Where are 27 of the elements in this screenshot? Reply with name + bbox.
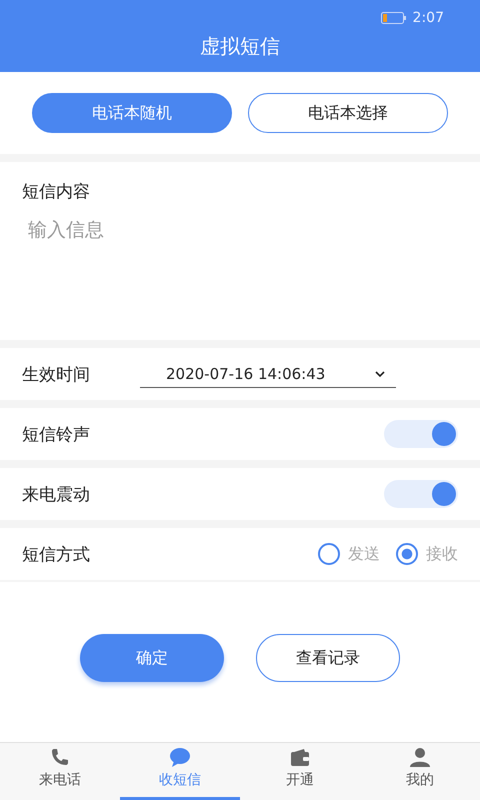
message-field[interactable]: 输入信息 bbox=[28, 217, 458, 257]
history-button[interactable]: 查看记录 bbox=[256, 634, 400, 682]
chat-bubble-icon bbox=[169, 747, 191, 769]
radio-button[interactable] bbox=[396, 543, 418, 565]
tab[interactable]: 来电话 bbox=[0, 743, 120, 800]
status-time: 2:07 bbox=[412, 10, 444, 26]
battery-icon bbox=[380, 12, 407, 24]
setting-label: 来电震动 bbox=[22, 484, 91, 506]
radio-label: 发送 bbox=[348, 544, 380, 564]
tab[interactable]: 我的 bbox=[360, 743, 480, 800]
mode-button[interactable]: 电话本随机 bbox=[32, 93, 232, 133]
person-icon bbox=[409, 747, 431, 769]
datetime-dropdown[interactable]: 2020-07-16 14:06:43 bbox=[140, 364, 396, 388]
window-title: 虚拟短信 bbox=[200, 33, 280, 60]
setting-label: 短信铃声 bbox=[22, 424, 91, 446]
radio-label: 接收 bbox=[426, 544, 458, 564]
wallet-icon bbox=[289, 747, 311, 769]
radio-button[interactable] bbox=[318, 543, 340, 565]
toggle-switch[interactable] bbox=[384, 480, 458, 508]
confirm-button[interactable]: 确定 bbox=[80, 634, 224, 682]
tab[interactable]: 开通 bbox=[240, 743, 360, 800]
toggle-switch[interactable] bbox=[384, 420, 458, 448]
mode-button[interactable]: 电话本选择 bbox=[248, 93, 448, 133]
setting-label: 短信方式 bbox=[22, 544, 91, 566]
chevron-down-icon bbox=[374, 370, 386, 378]
field-label: 短信内容 bbox=[22, 181, 91, 203]
setting-label: 生效时间 bbox=[22, 364, 91, 386]
